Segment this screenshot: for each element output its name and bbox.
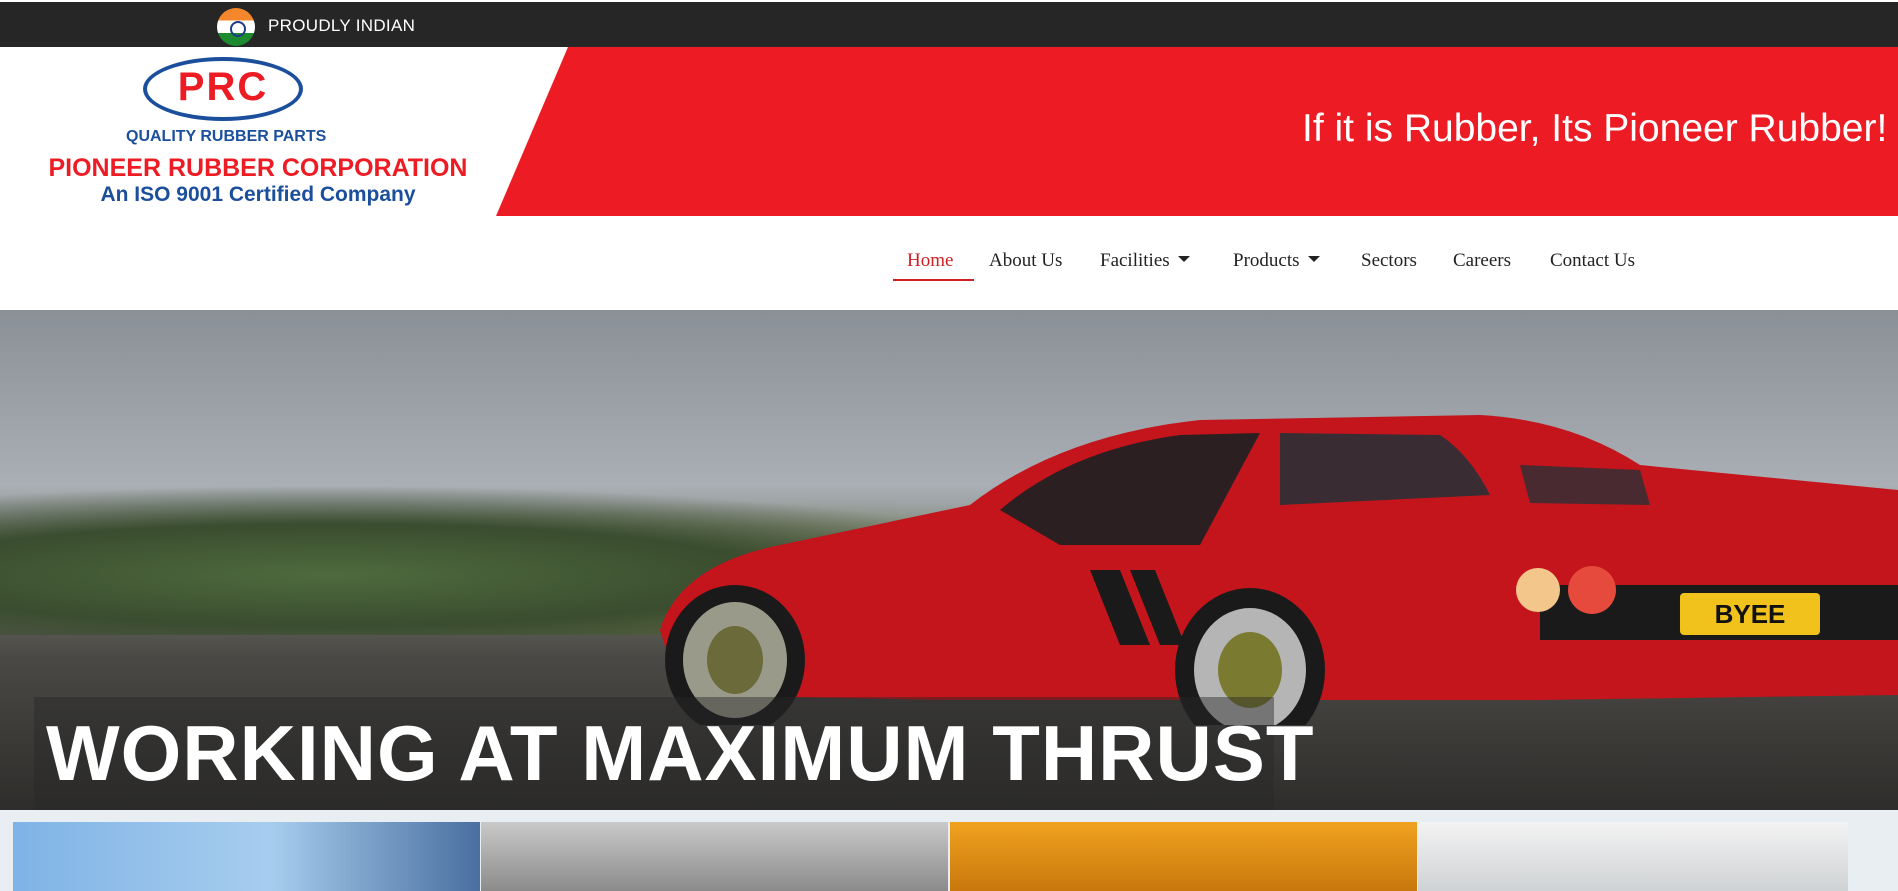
thumbnail-oil-rig[interactable]: [950, 822, 1417, 891]
caret-down-icon: [1177, 256, 1190, 262]
license-plate-text: BYEE: [1715, 599, 1786, 629]
nav-facilities-label: Facilities: [1100, 250, 1170, 271]
logo-certification: An ISO 9001 Certified Company: [100, 183, 416, 206]
india-flag-icon: [217, 8, 255, 46]
logo-company-name: PIONEER RUBBER CORPORATION: [48, 154, 468, 182]
nav-contact-us[interactable]: Contact Us: [1550, 250, 1635, 282]
top-bar: PROUDLY INDIAN: [0, 0, 1898, 47]
nav-products[interactable]: Products: [1233, 250, 1320, 282]
logo-quality-text: QUALITY RUBBER PARTS: [126, 128, 327, 145]
slogan-banner: If it is Rubber, Its Pioneer Rubber!: [496, 47, 1898, 216]
nav-products-label: Products: [1233, 250, 1300, 271]
red-sports-car-image: BYEE: [660, 415, 1898, 725]
thumbnail-factory-interior[interactable]: [481, 822, 948, 891]
hero-caption: WORKING AT MAXIMUM THRUST: [46, 709, 1315, 797]
nav-sectors[interactable]: Sectors: [1361, 250, 1417, 282]
caret-down-icon: [1307, 256, 1320, 262]
proudly-indian-label: PROUDLY INDIAN: [268, 16, 416, 35]
thumbnail-appliances[interactable]: [1418, 822, 1848, 891]
main-nav: Home About Us Facilities Products Sector…: [0, 216, 1898, 310]
nav-home[interactable]: Home: [907, 250, 953, 282]
header: If it is Rubber, Its Pioneer Rubber! PRC…: [0, 47, 1898, 216]
nav-facilities[interactable]: Facilities: [1100, 250, 1190, 282]
slogan-text: If it is Rubber, Its Pioneer Rubber!: [1302, 107, 1888, 150]
nav-active-underline: [893, 279, 974, 281]
thumbnail-telecom-tower[interactable]: [13, 822, 480, 891]
logo-mark: PRC: [177, 65, 269, 109]
sector-thumbnail-strip: [0, 810, 1898, 891]
nav-about-us[interactable]: About Us: [989, 250, 1062, 282]
company-logo[interactable]: PRC QUALITY RUBBER PARTS PIONEER RUBBER …: [38, 55, 478, 210]
nav-careers[interactable]: Careers: [1453, 250, 1511, 282]
hero-slider[interactable]: BYEE WORKING AT MAXIMUM THRUST: [0, 310, 1898, 810]
